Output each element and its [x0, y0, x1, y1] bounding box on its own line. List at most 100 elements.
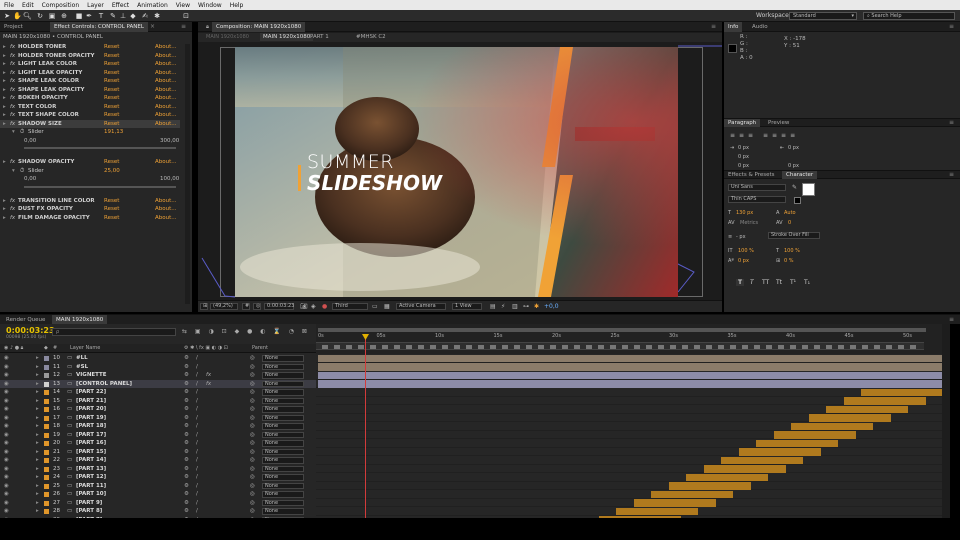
layer-search-input[interactable]: ρ: [52, 328, 176, 336]
reset-link[interactable]: Reset: [104, 158, 119, 167]
comp-marker[interactable]: [646, 345, 652, 349]
about-link[interactable]: About...: [155, 94, 177, 103]
comp-marker[interactable]: [490, 345, 496, 349]
col-parent[interactable]: Parent: [252, 345, 268, 351]
shy-icon[interactable]: ⚙: [184, 388, 189, 397]
tab-effect-controls[interactable]: Effect Controls: CONTROL PANEL: [50, 22, 148, 32]
comp-marker[interactable]: [442, 345, 448, 349]
brush-tool-icon[interactable]: ✎: [109, 12, 117, 20]
expand-triangle-icon[interactable]: ▸: [3, 158, 6, 167]
close-icon[interactable]: ×: [150, 23, 155, 30]
comp-marker[interactable]: [730, 345, 736, 349]
slider-track[interactable]: [24, 185, 176, 188]
fx-toggle-icon[interactable]: fx: [10, 205, 15, 214]
quality-icon[interactable]: /: [196, 388, 198, 397]
parent-select[interactable]: None: [262, 465, 304, 472]
parent-select[interactable]: None: [262, 389, 304, 396]
comp-marker[interactable]: [334, 345, 340, 349]
visibility-eye-icon[interactable]: ◉: [4, 507, 9, 516]
menu-item-animation[interactable]: Animation: [133, 2, 172, 9]
parent-select[interactable]: None: [262, 406, 304, 413]
comp-marker[interactable]: [322, 345, 328, 349]
reset-link[interactable]: Reset: [104, 52, 119, 61]
align-buttons[interactable]: ≡≡≡ ≡≡≡≡: [730, 132, 799, 139]
layer-duration-bar[interactable]: [861, 388, 943, 396]
layer-name[interactable]: #LL: [76, 354, 88, 363]
comp-marker[interactable]: [622, 345, 628, 349]
about-link[interactable]: About...: [155, 205, 177, 214]
expand-triangle-icon[interactable]: ▸: [36, 380, 39, 389]
expand-triangle-icon[interactable]: ▸: [3, 43, 6, 52]
visibility-eye-icon[interactable]: ◉: [4, 405, 9, 414]
comp-marker[interactable]: [910, 345, 916, 349]
about-link[interactable]: About...: [155, 214, 177, 223]
expand-triangle-icon[interactable]: ▸: [36, 448, 39, 457]
parent-pickwhip-icon[interactable]: ◎: [250, 465, 255, 474]
layer-name[interactable]: [PART 18]: [76, 422, 106, 431]
parent-pickwhip-icon[interactable]: ◎: [250, 456, 255, 465]
reset-link[interactable]: Reset: [104, 111, 119, 120]
quality-icon[interactable]: /: [196, 422, 198, 431]
layer-duration-bar[interactable]: [616, 507, 698, 515]
tracking-value[interactable]: 0: [788, 220, 791, 226]
font-size-value[interactable]: 130 px: [736, 210, 753, 216]
hand-tool-icon[interactable]: ✋: [13, 12, 22, 20]
parent-pickwhip-icon[interactable]: ◎: [250, 354, 255, 363]
layer-row[interactable]: ◉ ▸ 27 ▭ [PART 9] ⚙ / ◎ None: [0, 499, 316, 508]
panel-menu-icon[interactable]: ≡: [949, 23, 954, 30]
reset-link[interactable]: Reset: [104, 214, 119, 223]
shy-icon[interactable]: ⚙: [184, 473, 189, 482]
quality-icon[interactable]: /: [196, 482, 198, 491]
effect-row[interactable]: ▸ fx SHADOW OPACITY Reset About...: [0, 158, 180, 167]
label-color-swatch[interactable]: [44, 390, 49, 395]
layer-duration-bar[interactable]: [633, 499, 716, 507]
layer-name[interactable]: [PART 8]: [76, 507, 102, 516]
comp-marker[interactable]: [682, 345, 688, 349]
exposure-value[interactable]: +0,0: [544, 303, 559, 310]
effect-row[interactable]: ▸ fx SHADOW SIZE Reset About...: [0, 119, 180, 128]
label-color-swatch[interactable]: [44, 475, 49, 480]
comp-marker[interactable]: [430, 345, 436, 349]
pan-behind-tool-icon[interactable]: ⊕: [60, 12, 68, 20]
layer-row[interactable]: ◉ ▸ 28 ▭ [PART 8] ⚙ / ◎ None: [0, 507, 316, 516]
label-color-swatch[interactable]: [44, 364, 49, 370]
comp-marker[interactable]: [838, 345, 844, 349]
parent-pickwhip-icon[interactable]: ◎: [250, 431, 255, 440]
about-link[interactable]: About...: [155, 77, 177, 86]
effect-row[interactable]: ▸ fx HOLDER TONER OPACITY Reset About...: [0, 52, 180, 61]
clone-tool-icon[interactable]: ⊥: [119, 12, 127, 20]
label-color-swatch[interactable]: [44, 509, 49, 514]
parent-pickwhip-icon[interactable]: ◎: [250, 499, 255, 508]
layer-row[interactable]: ◉ ▸ 15 ▭ [PART 21] ⚙ / ◎ None: [0, 397, 316, 406]
comp-marker[interactable]: [670, 345, 676, 349]
panel-menu-icon[interactable]: ≡: [949, 171, 954, 178]
label-color-swatch[interactable]: [44, 492, 49, 497]
comp-marker[interactable]: [346, 345, 352, 349]
layer-duration-bar[interactable]: [318, 354, 942, 362]
timeline-timecode[interactable]: 0:00:03:23: [6, 326, 55, 335]
layer-row[interactable]: ◉ ▸ 22 ▭ [PART 14] ⚙ / ◎ None: [0, 456, 316, 465]
layer-row[interactable]: ◉ ▸ 24 ▭ [PART 12] ⚙ / ◎ None: [0, 473, 316, 482]
about-link[interactable]: About...: [155, 60, 177, 69]
slider-value[interactable]: 191,13: [104, 128, 123, 137]
leading-value[interactable]: Auto: [784, 210, 796, 216]
tab-effects-presets[interactable]: Effects & Presets: [724, 171, 779, 179]
fx-toggle-icon[interactable]: fx: [10, 43, 15, 52]
layer-row[interactable]: ◉ ▸ 18 ▭ [PART 18] ⚙ / ◎ None: [0, 422, 316, 431]
fx-toggle-icon[interactable]: fx: [10, 60, 15, 69]
parent-pickwhip-icon[interactable]: ◎: [250, 380, 255, 389]
time-ruler[interactable]: 0s 05s 10s 15s 20s 25s 30s 35s 40s 45s 50s: [316, 324, 950, 354]
layer-name[interactable]: [PART 12]: [76, 473, 106, 482]
expand-triangle-icon[interactable]: ▸: [3, 103, 6, 112]
comp-marker[interactable]: [586, 345, 592, 349]
comp-marker[interactable]: [514, 345, 520, 349]
comp-marker[interactable]: [418, 345, 424, 349]
exposure-icon[interactable]: ✱: [534, 303, 539, 310]
fx-toggle-icon[interactable]: fx: [10, 111, 15, 120]
layer-duration-bar[interactable]: [703, 465, 786, 473]
about-link[interactable]: About...: [155, 43, 177, 52]
shy-icon[interactable]: ⚙: [184, 397, 189, 406]
vert-scale-value[interactable]: 100 %: [738, 248, 754, 254]
parent-select[interactable]: None: [262, 380, 304, 387]
parent-pickwhip-icon[interactable]: ◎: [250, 363, 255, 372]
